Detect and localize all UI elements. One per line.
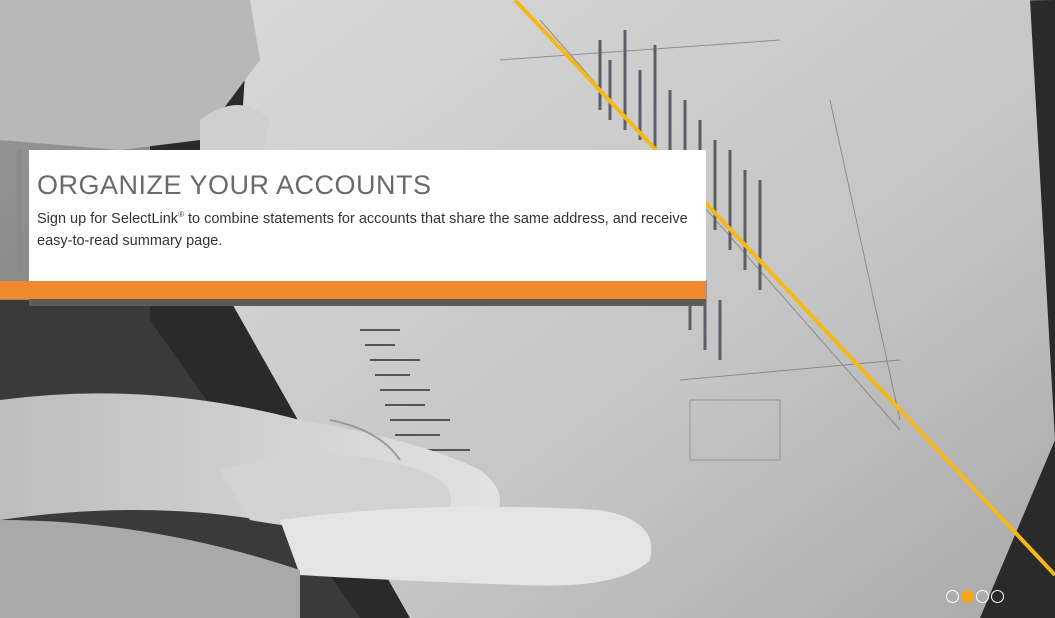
slide-title: ORGANIZE YOUR ACCOUNTS — [37, 170, 432, 200]
carousel-dot[interactable] — [976, 590, 989, 603]
hero-background-image — [0, 0, 1055, 618]
callout-left-bar — [17, 150, 22, 281]
orange-accent-bar — [0, 281, 706, 299]
carousel-dot[interactable] — [946, 590, 959, 603]
hero-carousel: ORGANIZE YOUR ACCOUNTS Sign up for Selec… — [0, 0, 1055, 618]
callout-box: ORGANIZE YOUR ACCOUNTS Sign up for Selec… — [29, 150, 706, 281]
slide-description: Sign up for SelectLink® to combine state… — [37, 208, 702, 252]
carousel-dot[interactable] — [991, 590, 1004, 603]
slide-description-part1: Sign up for SelectLink — [37, 211, 179, 227]
carousel-indicators — [946, 590, 1004, 606]
gray-accent-bar — [29, 299, 706, 306]
carousel-dot-active[interactable] — [961, 590, 974, 603]
slide-callout: ORGANIZE YOUR ACCOUNTS Sign up for Selec… — [0, 150, 706, 306]
